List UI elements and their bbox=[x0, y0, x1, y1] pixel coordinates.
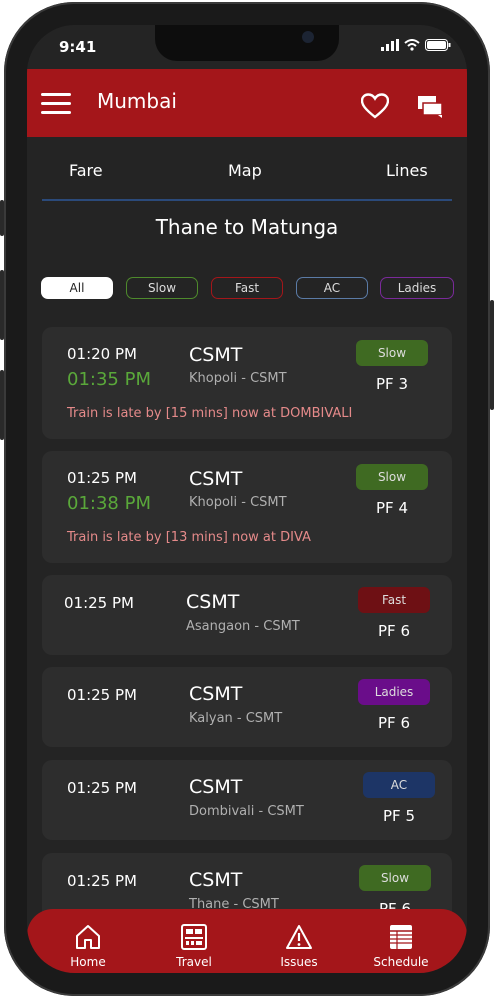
scheduled-time: 01:20 PM bbox=[67, 345, 137, 363]
platform: PF 4 bbox=[376, 499, 408, 517]
filter-fast[interactable]: Fast bbox=[211, 277, 283, 299]
status-icons bbox=[381, 39, 451, 51]
filter-slow[interactable]: Slow bbox=[126, 277, 198, 299]
schedule-icon bbox=[390, 925, 412, 949]
train-card[interactable]: 01:25 PM CSMT Kalyan - CSMT Ladies PF 6 bbox=[42, 667, 452, 747]
volume-down-button bbox=[0, 370, 4, 440]
nav-issues[interactable]: Issues bbox=[259, 909, 339, 973]
nav-schedule[interactable]: Schedule bbox=[361, 909, 441, 973]
tab-map[interactable]: Map bbox=[228, 161, 262, 180]
line-route: Khopoli - CSMT bbox=[189, 495, 287, 510]
mute-switch bbox=[0, 200, 4, 236]
power-button bbox=[490, 300, 494, 410]
volume-up-button bbox=[0, 270, 4, 340]
scheduled-time: 01:25 PM bbox=[67, 686, 137, 704]
destination: CSMT bbox=[189, 776, 243, 798]
line-route: Khopoli - CSMT bbox=[189, 371, 287, 386]
train-card[interactable]: 01:25 PM CSMT Asangaon - CSMT Fast PF 6 bbox=[42, 575, 452, 655]
destination: CSMT bbox=[189, 869, 243, 891]
destination: CSMT bbox=[189, 683, 243, 705]
tab-lines[interactable]: Lines bbox=[386, 161, 428, 180]
wifi-icon bbox=[404, 39, 420, 51]
notch bbox=[155, 25, 339, 61]
scheduled-time: 01:25 PM bbox=[64, 594, 134, 612]
scheduled-time: 01:25 PM bbox=[67, 872, 137, 890]
scheduled-time: 01:25 PM bbox=[67, 779, 137, 797]
train-card[interactable]: 01:25 PM CSMT Dombivali - CSMT AC PF 5 bbox=[42, 760, 452, 840]
platform: PF 6 bbox=[378, 622, 410, 640]
expected-time: 01:35 PM bbox=[67, 369, 151, 390]
destination: CSMT bbox=[189, 468, 243, 490]
train-type-badge: Slow bbox=[356, 340, 428, 366]
camera-icon bbox=[302, 31, 314, 43]
train-type-badge: Slow bbox=[356, 464, 428, 490]
screen: 9:41 Mumbai Fare Map Lines Thane to Matu… bbox=[27, 25, 467, 973]
train-type-badge: Fast bbox=[358, 587, 430, 613]
bottom-nav: Home Travel Issues Schedule bbox=[27, 909, 467, 973]
warning-icon bbox=[286, 925, 312, 949]
home-icon bbox=[76, 925, 100, 949]
filter-ladies[interactable]: Ladies bbox=[380, 277, 454, 299]
menu-icon[interactable] bbox=[41, 93, 71, 115]
line-route: Dombivali - CSMT bbox=[189, 804, 304, 819]
platform: PF 3 bbox=[376, 375, 408, 393]
nav-travel[interactable]: Travel bbox=[154, 909, 234, 973]
train-type-badge: AC bbox=[363, 772, 435, 798]
status-bar: 9:41 bbox=[27, 25, 467, 69]
expected-time: 01:38 PM bbox=[67, 493, 151, 514]
destination: CSMT bbox=[189, 344, 243, 366]
line-route: Kalyan - CSMT bbox=[189, 711, 283, 726]
train-card[interactable]: 01:20 PM 01:35 PM CSMT Khopoli - CSMT Sl… bbox=[42, 327, 452, 439]
destination: CSMT bbox=[186, 591, 240, 613]
status-time: 9:41 bbox=[59, 38, 97, 56]
filter-all[interactable]: All bbox=[41, 277, 113, 299]
route-title: Thane to Matunga bbox=[155, 215, 339, 239]
delay-notice: Train is late by [15 mins] now at DOMBIV… bbox=[67, 406, 353, 421]
ticket-icon bbox=[181, 924, 207, 950]
signal-icon bbox=[381, 39, 399, 51]
chat-icon[interactable] bbox=[417, 95, 443, 119]
train-card[interactable]: 01:25 PM 01:38 PM CSMT Khopoli - CSMT Sl… bbox=[42, 451, 452, 563]
line-route: Asangaon - CSMT bbox=[186, 619, 300, 634]
train-type-badge: Slow bbox=[359, 865, 431, 891]
platform: PF 6 bbox=[378, 714, 410, 732]
platform: PF 5 bbox=[383, 807, 415, 825]
nav-travel-label: Travel bbox=[176, 955, 212, 969]
city-title: Mumbai bbox=[97, 89, 177, 113]
heart-icon[interactable] bbox=[361, 93, 389, 119]
nav-issues-label: Issues bbox=[280, 955, 318, 969]
train-type-badge: Ladies bbox=[358, 679, 430, 705]
filter-ac[interactable]: AC bbox=[296, 277, 368, 299]
nav-home-label: Home bbox=[70, 955, 106, 969]
scheduled-time: 01:25 PM bbox=[67, 469, 137, 487]
tab-bar: Fare Map Lines bbox=[42, 161, 452, 201]
battery-icon bbox=[425, 39, 451, 51]
app-header: Mumbai bbox=[27, 69, 467, 137]
nav-home[interactable]: Home bbox=[48, 909, 128, 973]
tab-fare[interactable]: Fare bbox=[69, 161, 103, 180]
nav-schedule-label: Schedule bbox=[373, 955, 429, 969]
delay-notice: Train is late by [13 mins] now at DIVA bbox=[67, 530, 311, 545]
filter-chips: All Slow Fast AC Ladies bbox=[27, 277, 467, 303]
